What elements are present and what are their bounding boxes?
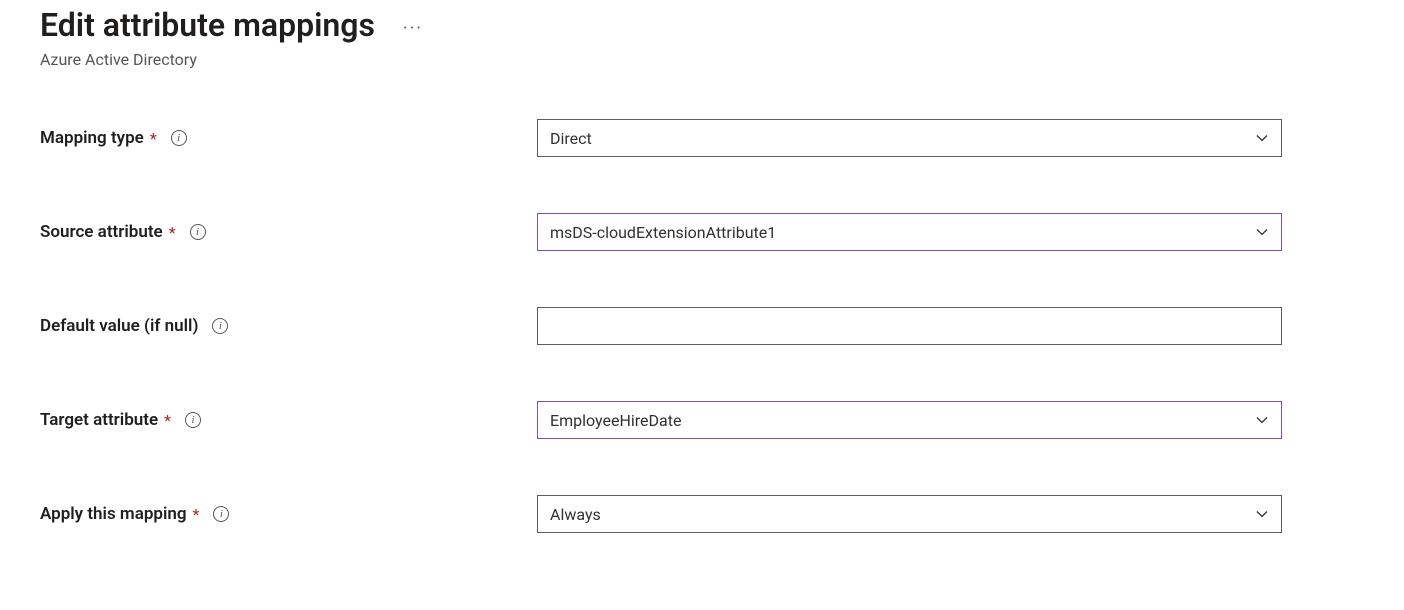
apply-mapping-value: Always: [550, 505, 601, 524]
info-icon[interactable]: i: [190, 224, 206, 240]
row-mapping-type: Mapping type * i Direct: [40, 119, 1364, 157]
chevron-down-icon: [1255, 225, 1269, 239]
row-target-attribute: Target attribute * i EmployeeHireDate: [40, 401, 1364, 439]
info-icon[interactable]: i: [213, 506, 229, 522]
label-text-target-attribute: Target attribute: [40, 410, 158, 430]
row-apply-mapping: Apply this mapping * i Always: [40, 495, 1364, 533]
required-indicator: *: [164, 411, 171, 430]
label-target-attribute: Target attribute * i: [40, 410, 537, 430]
label-mapping-type: Mapping type * i: [40, 128, 537, 148]
input-col: Direct: [537, 119, 1282, 157]
row-source-attribute: Source attribute * i msDS-cloudExtension…: [40, 213, 1364, 251]
default-value-input[interactable]: [537, 307, 1282, 345]
label-text-default-value: Default value (if null): [40, 316, 198, 336]
label-source-attribute: Source attribute * i: [40, 222, 537, 242]
source-attribute-value: msDS-cloudExtensionAttribute1: [550, 223, 776, 242]
label-apply-mapping: Apply this mapping * i: [40, 504, 537, 524]
required-indicator: *: [169, 223, 176, 242]
info-icon[interactable]: i: [212, 318, 228, 334]
target-attribute-select[interactable]: EmployeeHireDate: [537, 401, 1282, 439]
input-col: EmployeeHireDate: [537, 401, 1282, 439]
chevron-down-icon: [1255, 131, 1269, 145]
required-indicator: *: [193, 505, 200, 524]
input-col: [537, 307, 1282, 345]
more-actions-icon[interactable]: ···: [399, 16, 427, 42]
form: Mapping type * i Direct Source attribute…: [40, 119, 1364, 533]
label-default-value: Default value (if null) i: [40, 316, 537, 336]
apply-mapping-select[interactable]: Always: [537, 495, 1282, 533]
mapping-type-value: Direct: [550, 129, 592, 148]
page-content: Edit attribute mappings ··· Azure Active…: [0, 0, 1404, 553]
label-text-apply-mapping: Apply this mapping: [40, 504, 187, 524]
required-indicator: *: [150, 129, 157, 148]
page-subtitle: Azure Active Directory: [40, 50, 1364, 69]
info-icon[interactable]: i: [171, 130, 187, 146]
chevron-down-icon: [1255, 507, 1269, 521]
source-attribute-select[interactable]: msDS-cloudExtensionAttribute1: [537, 213, 1282, 251]
row-default-value: Default value (if null) i: [40, 307, 1364, 345]
target-attribute-value: EmployeeHireDate: [550, 411, 681, 430]
label-text-mapping-type: Mapping type: [40, 128, 144, 148]
label-text-source-attribute: Source attribute: [40, 222, 163, 242]
title-row: Edit attribute mappings ···: [40, 6, 1364, 44]
input-col: msDS-cloudExtensionAttribute1: [537, 213, 1282, 251]
page-title: Edit attribute mappings: [40, 6, 375, 44]
page-header: Edit attribute mappings ··· Azure Active…: [40, 6, 1364, 69]
info-icon[interactable]: i: [185, 412, 201, 428]
chevron-down-icon: [1255, 413, 1269, 427]
mapping-type-select[interactable]: Direct: [537, 119, 1282, 157]
input-col: Always: [537, 495, 1282, 533]
